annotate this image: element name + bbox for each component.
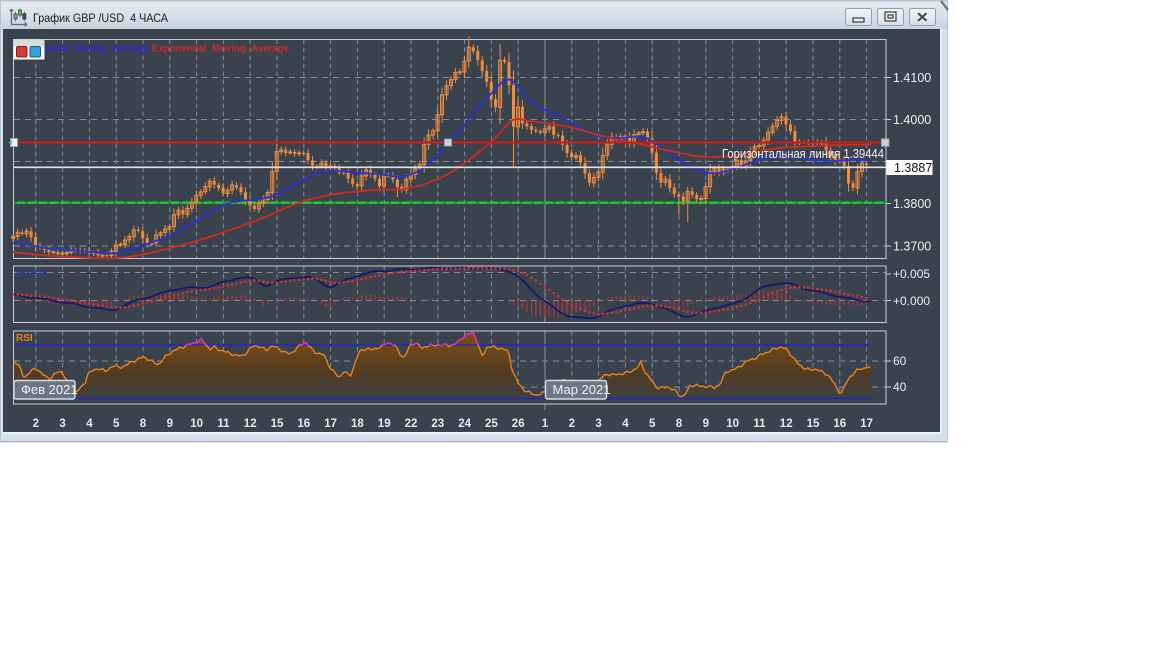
- svg-text:1.3700: 1.3700: [893, 240, 931, 254]
- svg-text:23: 23: [431, 418, 444, 430]
- svg-text:9: 9: [167, 418, 173, 430]
- svg-text:15: 15: [271, 418, 284, 430]
- svg-text:1.4100: 1.4100: [893, 71, 931, 85]
- svg-text:RSI: RSI: [16, 333, 33, 344]
- svg-text:3: 3: [59, 418, 65, 430]
- svg-text:9: 9: [703, 418, 709, 430]
- svg-text:+0.000: +0.000: [893, 294, 930, 308]
- svg-text:8: 8: [676, 418, 683, 430]
- svg-text:24: 24: [458, 418, 471, 430]
- svg-text:26: 26: [512, 418, 525, 430]
- svg-text:4: 4: [622, 418, 629, 430]
- svg-text:1.3887: 1.3887: [894, 161, 932, 175]
- svg-text:Фев 2021: Фев 2021: [21, 382, 78, 397]
- svg-text:11: 11: [753, 418, 766, 430]
- svg-text:12: 12: [244, 418, 257, 430]
- svg-text:40: 40: [893, 380, 907, 394]
- svg-text:60: 60: [893, 354, 907, 368]
- svg-text:15: 15: [807, 418, 820, 430]
- svg-text:2: 2: [33, 418, 39, 430]
- svg-text:1.4000: 1.4000: [893, 113, 931, 127]
- svg-text:10: 10: [726, 418, 739, 430]
- svg-text:10: 10: [190, 418, 203, 430]
- svg-text:Горизонтальная линия 1.39444: Горизонтальная линия 1.39444: [722, 146, 884, 161]
- svg-text:8: 8: [140, 418, 147, 430]
- svg-text:16: 16: [833, 418, 846, 430]
- svg-text:18: 18: [351, 418, 364, 430]
- svg-text:17: 17: [324, 418, 337, 430]
- svg-text:12: 12: [780, 418, 793, 430]
- svg-text:2: 2: [569, 418, 575, 430]
- svg-text:25: 25: [485, 418, 498, 430]
- svg-text:4: 4: [86, 418, 93, 430]
- svg-text:ential_Moving_Average: ential_Moving_Average: [45, 43, 149, 55]
- svg-text:Exponential_Moving_Average: Exponential_Moving_Average: [152, 43, 289, 55]
- svg-text:11: 11: [217, 418, 230, 430]
- svg-text:19: 19: [378, 418, 391, 430]
- svg-text:1.3800: 1.3800: [893, 197, 931, 211]
- svg-text:22: 22: [405, 418, 418, 430]
- svg-text:+0.005: +0.005: [893, 267, 930, 281]
- svg-text:16: 16: [297, 418, 310, 430]
- svg-text:MACD: MACD: [16, 269, 46, 280]
- svg-text:1: 1: [542, 418, 549, 430]
- svg-text:График GBP /USD 4 ЧАСА: График GBP /USD 4 ЧАСА: [33, 11, 169, 25]
- svg-text:3: 3: [595, 418, 601, 430]
- svg-text:5: 5: [649, 418, 656, 430]
- svg-text:17: 17: [860, 418, 873, 430]
- svg-text:Мар 2021: Мар 2021: [553, 382, 611, 397]
- svg-text:5: 5: [113, 418, 120, 430]
